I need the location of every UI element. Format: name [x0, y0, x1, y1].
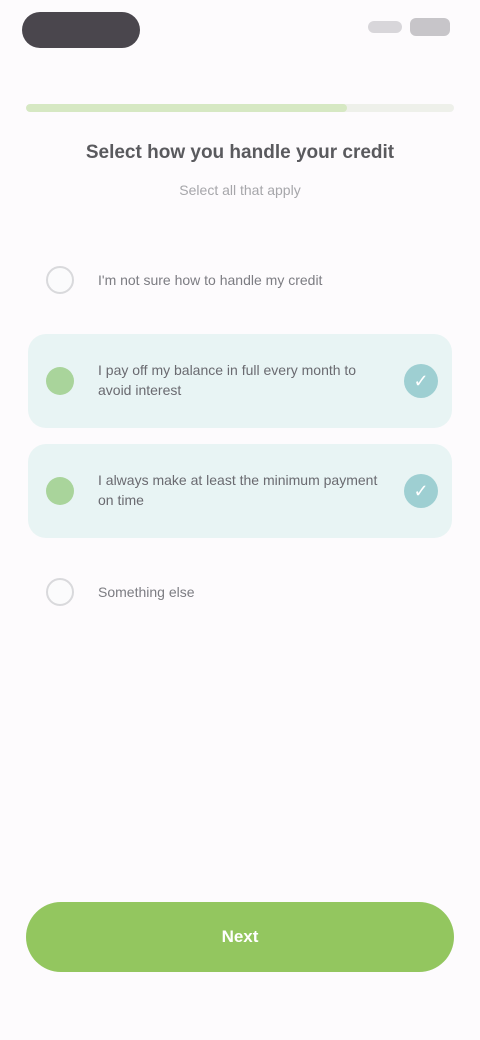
checkbox-icon[interactable]: [46, 266, 74, 294]
battery-icon: [410, 18, 450, 36]
checkbox-icon[interactable]: [46, 367, 74, 395]
option-label: I pay off my balance in full every month…: [98, 362, 357, 398]
status-indicators: [368, 18, 450, 36]
option-something-else[interactable]: Something else: [28, 564, 452, 620]
dynamic-island: [22, 12, 140, 48]
option-label: Something else: [98, 584, 195, 600]
option-label: I always make at least the minimum payme…: [98, 472, 378, 508]
progress-fill: [26, 104, 347, 112]
checkmark-icon: ✓: [404, 364, 438, 398]
signal-icon: [368, 21, 402, 33]
checkbox-icon[interactable]: [46, 578, 74, 606]
next-button[interactable]: Next: [26, 902, 454, 972]
option-label: I'm not sure how to handle my credit: [98, 272, 323, 288]
status-bar: [0, 0, 480, 60]
checkmark-icon: ✓: [404, 474, 438, 508]
question-title: Select how you handle your credit: [85, 142, 395, 163]
option-pay-in-full[interactable]: I pay off my balance in full every month…: [28, 334, 452, 428]
option-minimum-payment[interactable]: I always make at least the minimum payme…: [28, 444, 452, 538]
progress-bar: [26, 104, 454, 112]
question-subtitle: Select all that apply: [179, 182, 301, 198]
checkbox-icon[interactable]: [46, 477, 74, 505]
option-not-sure[interactable]: I'm not sure how to handle my credit: [28, 252, 452, 308]
